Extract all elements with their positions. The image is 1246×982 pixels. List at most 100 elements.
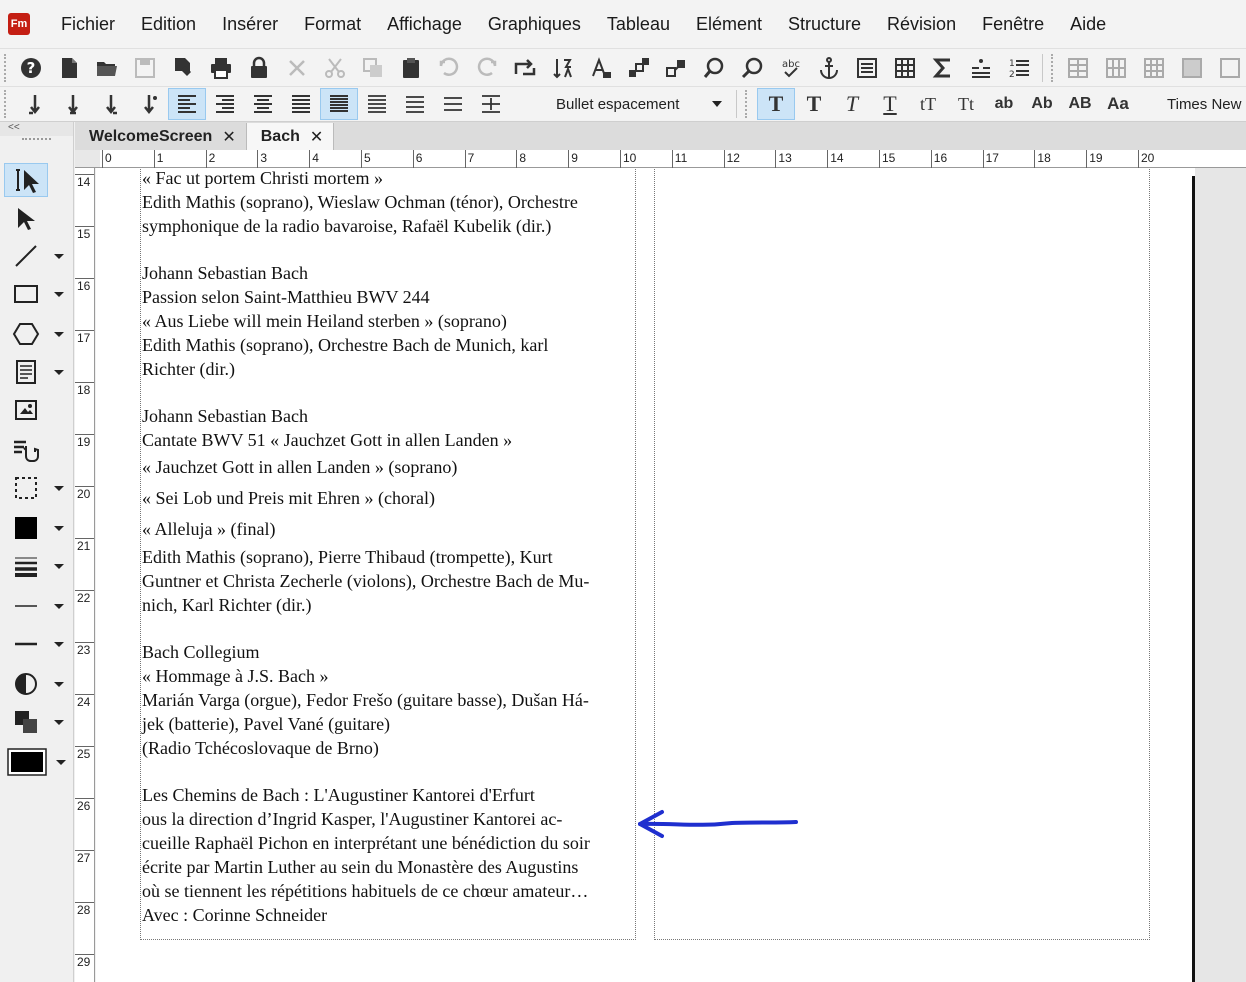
text-line[interactable]: (Radio Tchécoslovaque de Brno) [142, 736, 642, 760]
print-icon[interactable] [202, 52, 240, 84]
tint-icon[interactable] [4, 667, 48, 701]
line-width-icon[interactable] [4, 549, 48, 583]
chevron-down-icon[interactable] [54, 291, 64, 297]
text-line[interactable]: « Fac ut portem Christi mortem » [142, 168, 642, 190]
save-icon[interactable] [126, 52, 164, 84]
sort-icon[interactable] [544, 52, 582, 84]
toolbar-grip[interactable] [4, 53, 6, 82]
chevron-down-icon[interactable] [54, 525, 64, 531]
numbered-list-icon[interactable]: 12 [1000, 52, 1038, 84]
paragraph-format-dropdown[interactable]: Bullet espacement [552, 91, 726, 117]
blank-line[interactable] [142, 617, 642, 640]
horizontal-ruler[interactable]: 0 1 2 3 4 5 6 7 8 9 10 11 12 13 14 15 16 17 18 19 20 [100, 150, 1246, 168]
polygon-tool-icon[interactable] [4, 317, 48, 351]
text-line[interactable]: Johann Sebastian Bach [142, 261, 642, 285]
spell-check-icon[interactable]: abc [772, 52, 810, 84]
tab-left-icon[interactable] [16, 88, 54, 120]
table-insert-row-icon[interactable] [1059, 52, 1097, 84]
panel-collapse-button[interactable]: << [0, 122, 73, 136]
rectangle-tool-icon[interactable] [4, 277, 48, 311]
text-line[interactable]: Avec : Corinne Schneider [142, 903, 642, 927]
text-line[interactable]: Marián Varga (orgue), Fedor Frešo (guita… [142, 688, 642, 712]
vertical-ruler[interactable]: 14 15 16 17 18 19 20 21 22 23 24 25 26 27 28 29 [75, 168, 95, 982]
find-icon[interactable] [696, 52, 734, 84]
close-icon[interactable]: ✕ [222, 127, 235, 147]
document-canvas[interactable]: « Fac ut portem Christi mortem » Edith Ma… [96, 168, 1246, 982]
align-justify-icon[interactable] [282, 88, 320, 120]
text-line[interactable]: Edith Mathis (soprano), Wieslaw Ochman (… [142, 190, 642, 214]
fill-color-icon[interactable] [4, 511, 48, 545]
line-end-icon[interactable] [4, 589, 48, 623]
equation-icon[interactable] [924, 52, 962, 84]
chevron-down-icon[interactable] [54, 563, 64, 569]
zoom-icon[interactable] [734, 52, 772, 84]
redo-icon[interactable] [468, 52, 506, 84]
save-as-icon[interactable] [164, 52, 202, 84]
panel-grip[interactable] [22, 138, 51, 148]
chevron-down-icon[interactable] [54, 331, 64, 337]
hotspot-hand-icon[interactable] [4, 433, 48, 467]
text-line[interactable]: « Hommage à J.S. Bach » [142, 664, 642, 688]
object-select-icon[interactable] [4, 201, 48, 235]
dash-style-icon[interactable] [4, 627, 48, 661]
blank-line[interactable] [142, 381, 642, 404]
text-line[interactable]: « Alleluja » (final) [142, 514, 642, 545]
chevron-down-icon[interactable] [54, 681, 64, 687]
table-grid-icon[interactable] [1135, 52, 1173, 84]
dotted-frame-icon[interactable] [4, 471, 48, 505]
align-center-icon[interactable] [244, 88, 282, 120]
text-line[interactable]: Edith Mathis (soprano), Pierre Thibaud (… [142, 545, 642, 569]
lowercase-button[interactable]: ab [985, 88, 1023, 120]
chevron-down-icon[interactable] [54, 603, 64, 609]
text-frame-icon[interactable] [848, 52, 886, 84]
menu-structure[interactable]: Structure [775, 4, 874, 44]
line-spacing-1-5-icon[interactable] [358, 88, 396, 120]
variables-icon[interactable] [620, 52, 658, 84]
table-icon[interactable] [886, 52, 924, 84]
plain-text-button[interactable]: T [757, 88, 795, 120]
undo-icon[interactable] [430, 52, 468, 84]
text-line[interactable]: jek (batterie), Pavel Vané (guitare) [142, 712, 642, 736]
subscript-button[interactable]: Tt [947, 88, 985, 120]
tab-welcomescreen[interactable]: WelcomeScreen ✕ [75, 123, 247, 150]
copy-icon[interactable] [354, 52, 392, 84]
text-line[interactable]: Guntner et Christa Zecherle (violons), O… [142, 569, 642, 593]
table-insert-col-icon[interactable] [1097, 52, 1135, 84]
space-adjust-icon[interactable] [472, 88, 510, 120]
blank-line[interactable] [142, 760, 642, 783]
close-icon[interactable]: ✕ [310, 127, 323, 147]
menu-element[interactable]: Elément [683, 4, 775, 44]
lock-icon[interactable] [240, 52, 278, 84]
text-line[interactable]: écrite par Martin Luther au sein du Mona… [142, 855, 642, 879]
chevron-down-icon[interactable] [54, 369, 64, 375]
chevron-down-icon[interactable] [54, 485, 64, 491]
cut-icon[interactable] [316, 52, 354, 84]
chevron-down-icon[interactable] [56, 759, 66, 765]
line-spacing-double-icon[interactable] [396, 88, 434, 120]
line-spacing-custom-icon[interactable] [434, 88, 472, 120]
text-line[interactable]: « Aus Liebe will mein Heiland sterben » … [142, 309, 642, 333]
align-right-icon[interactable] [206, 88, 244, 120]
small-caps-button[interactable]: Aa [1099, 88, 1137, 120]
bold-button[interactable]: T [795, 88, 833, 120]
anchor-icon[interactable] [810, 52, 848, 84]
text-line[interactable]: Passion selon Saint-Matthieu BWV 244 [142, 285, 642, 309]
blank-line[interactable] [142, 238, 642, 261]
align-left-icon[interactable] [168, 88, 206, 120]
toolbar-grip[interactable] [1051, 53, 1053, 82]
help-icon[interactable]: ? [12, 52, 50, 84]
cross-ref-icon[interactable] [658, 52, 696, 84]
text-flow[interactable]: « Fac ut portem Christi mortem » Edith Ma… [142, 168, 642, 927]
line-tool-icon[interactable] [4, 239, 48, 273]
superscript-button[interactable]: tT [909, 88, 947, 120]
chevron-down-icon[interactable] [54, 719, 64, 725]
text-line[interactable]: où se tiennent les répétitions habituels… [142, 879, 642, 903]
text-line[interactable]: Cantate BWV 51 « Jauchzet Gott in allen … [142, 428, 642, 452]
text-line[interactable]: ous la direction d’Ingrid Kasper, l'Augu… [142, 807, 642, 831]
tab-bach[interactable]: Bach ✕ [246, 123, 335, 150]
graphic-frame-icon[interactable] [4, 393, 48, 427]
menu-tableau[interactable]: Tableau [594, 4, 683, 44]
new-document-icon[interactable] [50, 52, 88, 84]
open-folder-icon[interactable] [88, 52, 126, 84]
menu-fenetre[interactable]: Fenêtre [969, 4, 1057, 44]
